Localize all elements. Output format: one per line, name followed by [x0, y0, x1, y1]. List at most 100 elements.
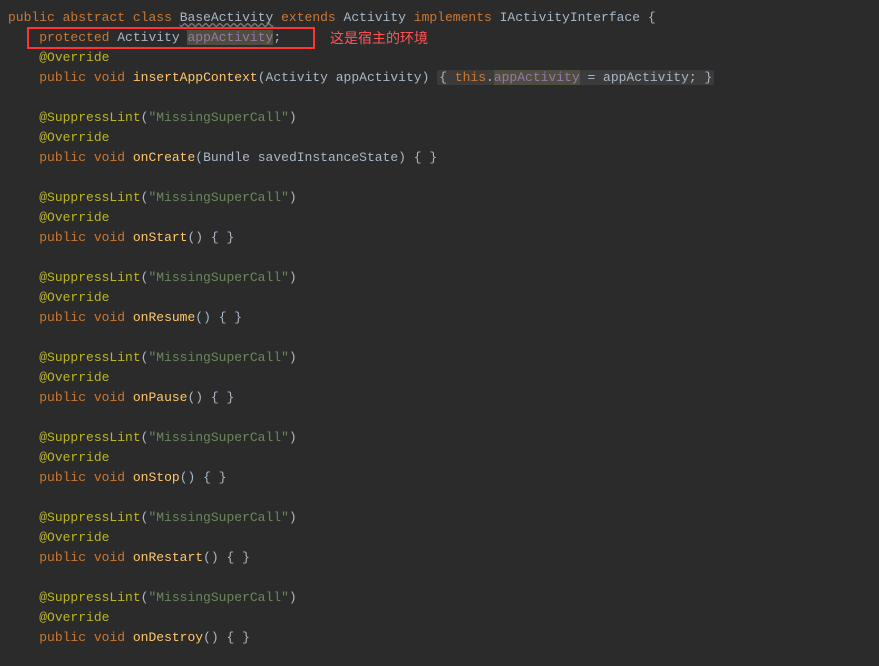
keyword-void: void — [94, 630, 125, 645]
code-editor[interactable]: 这是宿主的环境 public abstract class BaseActivi… — [0, 0, 879, 656]
method-body: () { } — [180, 470, 227, 485]
code-line[interactable]: public void onResume() { } — [8, 308, 879, 328]
code-line[interactable]: public void onRestart() { } — [8, 548, 879, 568]
method-body: ) { } — [398, 150, 437, 165]
brace: { — [640, 10, 656, 25]
blank-line[interactable] — [8, 568, 879, 588]
annotation-override: @Override — [39, 530, 109, 545]
code-line[interactable]: public void onStop() { } — [8, 468, 879, 488]
code-line[interactable]: @SuppressLint("MissingSuperCall") — [8, 588, 879, 608]
annotation-override: @Override — [39, 210, 109, 225]
code-line[interactable]: @SuppressLint("MissingSuperCall") — [8, 348, 879, 368]
blank-line[interactable] — [8, 488, 879, 508]
keyword-void: void — [94, 390, 125, 405]
method-body: () { } — [195, 310, 242, 325]
chinese-annotation: 这是宿主的环境 — [330, 28, 428, 48]
blank-line[interactable] — [8, 408, 879, 428]
code-line[interactable]: public void onStart() { } — [8, 228, 879, 248]
code-line[interactable]: public abstract class BaseActivity exten… — [8, 8, 879, 28]
param-name: savedInstanceState — [258, 150, 398, 165]
keyword-public: public — [39, 310, 86, 325]
method-onstart: onStart — [133, 230, 188, 245]
code-line[interactable]: @SuppressLint("MissingSuperCall") — [8, 108, 879, 128]
annotation-override: @Override — [39, 130, 109, 145]
code-line[interactable]: @SuppressLint("MissingSuperCall") — [8, 188, 879, 208]
param-type: Bundle — [203, 150, 250, 165]
method-name: insertAppContext — [133, 70, 258, 85]
method-body: () { } — [203, 550, 250, 565]
keyword-public: public — [39, 470, 86, 485]
code-line[interactable]: @SuppressLint("MissingSuperCall") — [8, 428, 879, 448]
keyword-extends: extends — [281, 10, 336, 25]
annotation-override: @Override — [39, 610, 109, 625]
field-name: appActivity — [187, 30, 273, 45]
code-line[interactable]: @Override — [8, 288, 879, 308]
keyword-void: void — [94, 150, 125, 165]
string-literal: "MissingSuperCall" — [148, 110, 288, 125]
blank-line[interactable] — [8, 328, 879, 348]
code-line[interactable]: public void insertAppContext(Activity ap… — [8, 68, 879, 88]
keyword-void: void — [94, 70, 125, 85]
annotation-override: @Override — [39, 290, 109, 305]
method-body: () { } — [203, 630, 250, 645]
annotation-suppresslint: @SuppressLint — [39, 270, 140, 285]
code-line[interactable]: @SuppressLint("MissingSuperCall") — [8, 508, 879, 528]
method-onpause: onPause — [133, 390, 188, 405]
method-body: () { } — [187, 390, 234, 405]
method-onstop: onStop — [133, 470, 180, 485]
keyword-protected: protected — [39, 30, 109, 45]
annotation-suppresslint: @SuppressLint — [39, 110, 140, 125]
code-line[interactable]: public void onCreate(Bundle savedInstanc… — [8, 148, 879, 168]
method-ondestroy: onDestroy — [133, 630, 203, 645]
keyword-void: void — [94, 310, 125, 325]
annotation-suppresslint: @SuppressLint — [39, 430, 140, 445]
string-literal: "MissingSuperCall" — [148, 510, 288, 525]
param-type: Activity — [266, 70, 328, 85]
keyword-public: public — [39, 390, 86, 405]
string-literal: "MissingSuperCall" — [148, 270, 288, 285]
method-onresume: onResume — [133, 310, 195, 325]
annotation-override: @Override — [39, 370, 109, 385]
annotation-suppresslint: @SuppressLint — [39, 590, 140, 605]
extends-class: Activity — [344, 10, 406, 25]
annotation-suppresslint: @SuppressLint — [39, 510, 140, 525]
blank-line[interactable] — [8, 168, 879, 188]
keyword-class: class — [133, 10, 172, 25]
code-line[interactable]: public void onDestroy() { } — [8, 628, 879, 648]
interface-name: IActivityInterface — [500, 10, 640, 25]
method-oncreate: onCreate — [133, 150, 195, 165]
string-literal: "MissingSuperCall" — [148, 190, 288, 205]
code-line[interactable]: @Override — [8, 208, 879, 228]
code-line[interactable]: @Override — [8, 128, 879, 148]
code-line[interactable]: @SuppressLint("MissingSuperCall") — [8, 268, 879, 288]
annotation-override: @Override — [39, 50, 109, 65]
keyword-void: void — [94, 230, 125, 245]
keyword-void: void — [94, 470, 125, 485]
code-line[interactable]: @Override — [8, 368, 879, 388]
code-line[interactable]: @Override — [8, 48, 879, 68]
code-line[interactable]: @Override — [8, 528, 879, 548]
code-line[interactable]: @Override — [8, 448, 879, 468]
string-literal: "MissingSuperCall" — [148, 350, 288, 365]
param-name: appActivity — [336, 70, 422, 85]
keyword-public: public — [8, 10, 55, 25]
string-literal: "MissingSuperCall" — [148, 590, 288, 605]
annotation-suppresslint: @SuppressLint — [39, 350, 140, 365]
keyword-implements: implements — [414, 10, 492, 25]
keyword-public: public — [39, 630, 86, 645]
code-line[interactable]: @Override — [8, 608, 879, 628]
class-name: BaseActivity — [180, 10, 274, 25]
keyword-public: public — [39, 550, 86, 565]
keyword-public: public — [39, 70, 86, 85]
string-literal: "MissingSuperCall" — [148, 430, 288, 445]
blank-line[interactable] — [8, 88, 879, 108]
keyword-abstract: abstract — [63, 10, 125, 25]
code-line[interactable]: protected Activity appActivity; — [8, 28, 879, 48]
blank-line[interactable] — [8, 248, 879, 268]
method-body: () { } — [187, 230, 234, 245]
method-onrestart: onRestart — [133, 550, 203, 565]
keyword-public: public — [39, 150, 86, 165]
keyword-public: public — [39, 230, 86, 245]
method-body: { this.appActivity = appActivity; } — [437, 70, 714, 85]
code-line[interactable]: public void onPause() { } — [8, 388, 879, 408]
